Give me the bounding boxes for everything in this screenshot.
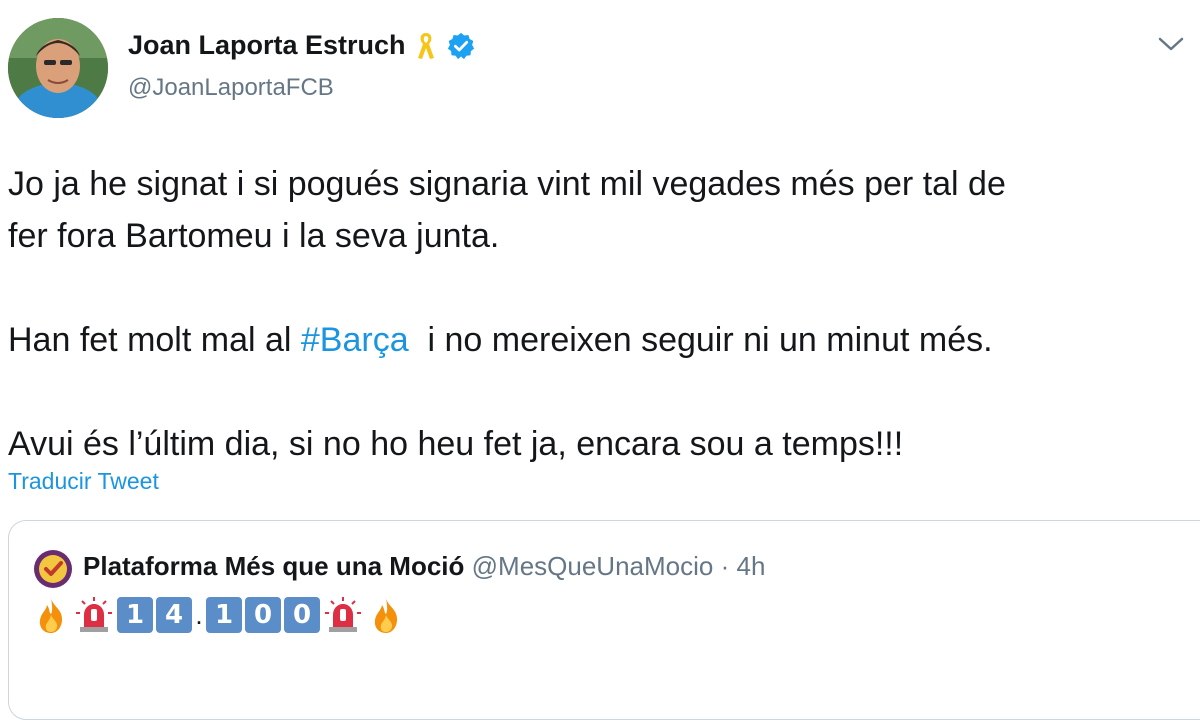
- author-display-name[interactable]: Joan Laporta Estruch: [128, 30, 406, 61]
- quoted-time[interactable]: 4h: [737, 551, 766, 581]
- quoted-author-avatar[interactable]: [33, 549, 73, 589]
- quoted-tweet[interactable]: Plataforma Més que una Moció @MesQueUnaM…: [8, 520, 1200, 720]
- yellow-ribbon-icon: [417, 32, 434, 59]
- quoted-display-name[interactable]: Plataforma Més que una Moció: [83, 551, 464, 581]
- keycap-digit: 0: [284, 597, 320, 633]
- author-name-row: Joan Laporta Estruch: [128, 30, 476, 61]
- verified-badge-icon: [447, 32, 474, 59]
- translate-tweet-link[interactable]: Traducir Tweet: [8, 468, 159, 495]
- tweet-line-1a: Jo ja he signat i si pogués signaria vin…: [8, 165, 1006, 203]
- keycap-digit: 1: [206, 597, 242, 633]
- quoted-separator: ·: [720, 551, 730, 581]
- quoted-header: Plataforma Més que una Moció @MesQueUnaM…: [83, 551, 765, 582]
- author-avatar[interactable]: [8, 18, 108, 118]
- keycap-digit: 0: [245, 597, 281, 633]
- rotating-light-icon: [325, 597, 361, 632]
- keycap-separator: .: [195, 599, 203, 630]
- hashtag-link[interactable]: #Barça: [301, 321, 409, 359]
- rotating-light-icon: [76, 597, 112, 632]
- quoted-handle[interactable]: @MesQueUnaMocio: [472, 551, 714, 581]
- tweet-text: Jo ja he signat i si pogués signaria vin…: [8, 158, 1188, 470]
- fire-icon: [39, 598, 63, 633]
- tweet-line-2-before: Han fet molt mal al: [8, 321, 301, 359]
- fire-icon: [374, 598, 398, 633]
- keycap-digit: 4: [156, 597, 192, 633]
- chevron-down-icon[interactable]: [1156, 32, 1186, 56]
- tweet-card: Joan Laporta Estruch @JoanLaportaFCB Jo …: [0, 0, 1200, 720]
- quoted-emoji-row: 1 4 . 1 0 0: [31, 595, 406, 635]
- tweet-line-3: Avui és l’últim dia, si no ho heu fet ja…: [8, 425, 904, 463]
- keycap-digit: 1: [117, 597, 153, 633]
- author-handle[interactable]: @JoanLaportaFCB: [128, 74, 334, 102]
- tweet-line-2-after: i no mereixen seguir ni un minut més.: [408, 321, 993, 359]
- tweet-line-1b: fer fora Bartomeu i la seva junta.: [8, 217, 500, 255]
- tweet-line-2: Han fet molt mal al #Barça i no mereixen…: [8, 314, 1188, 366]
- avatar-photo: [8, 18, 108, 118]
